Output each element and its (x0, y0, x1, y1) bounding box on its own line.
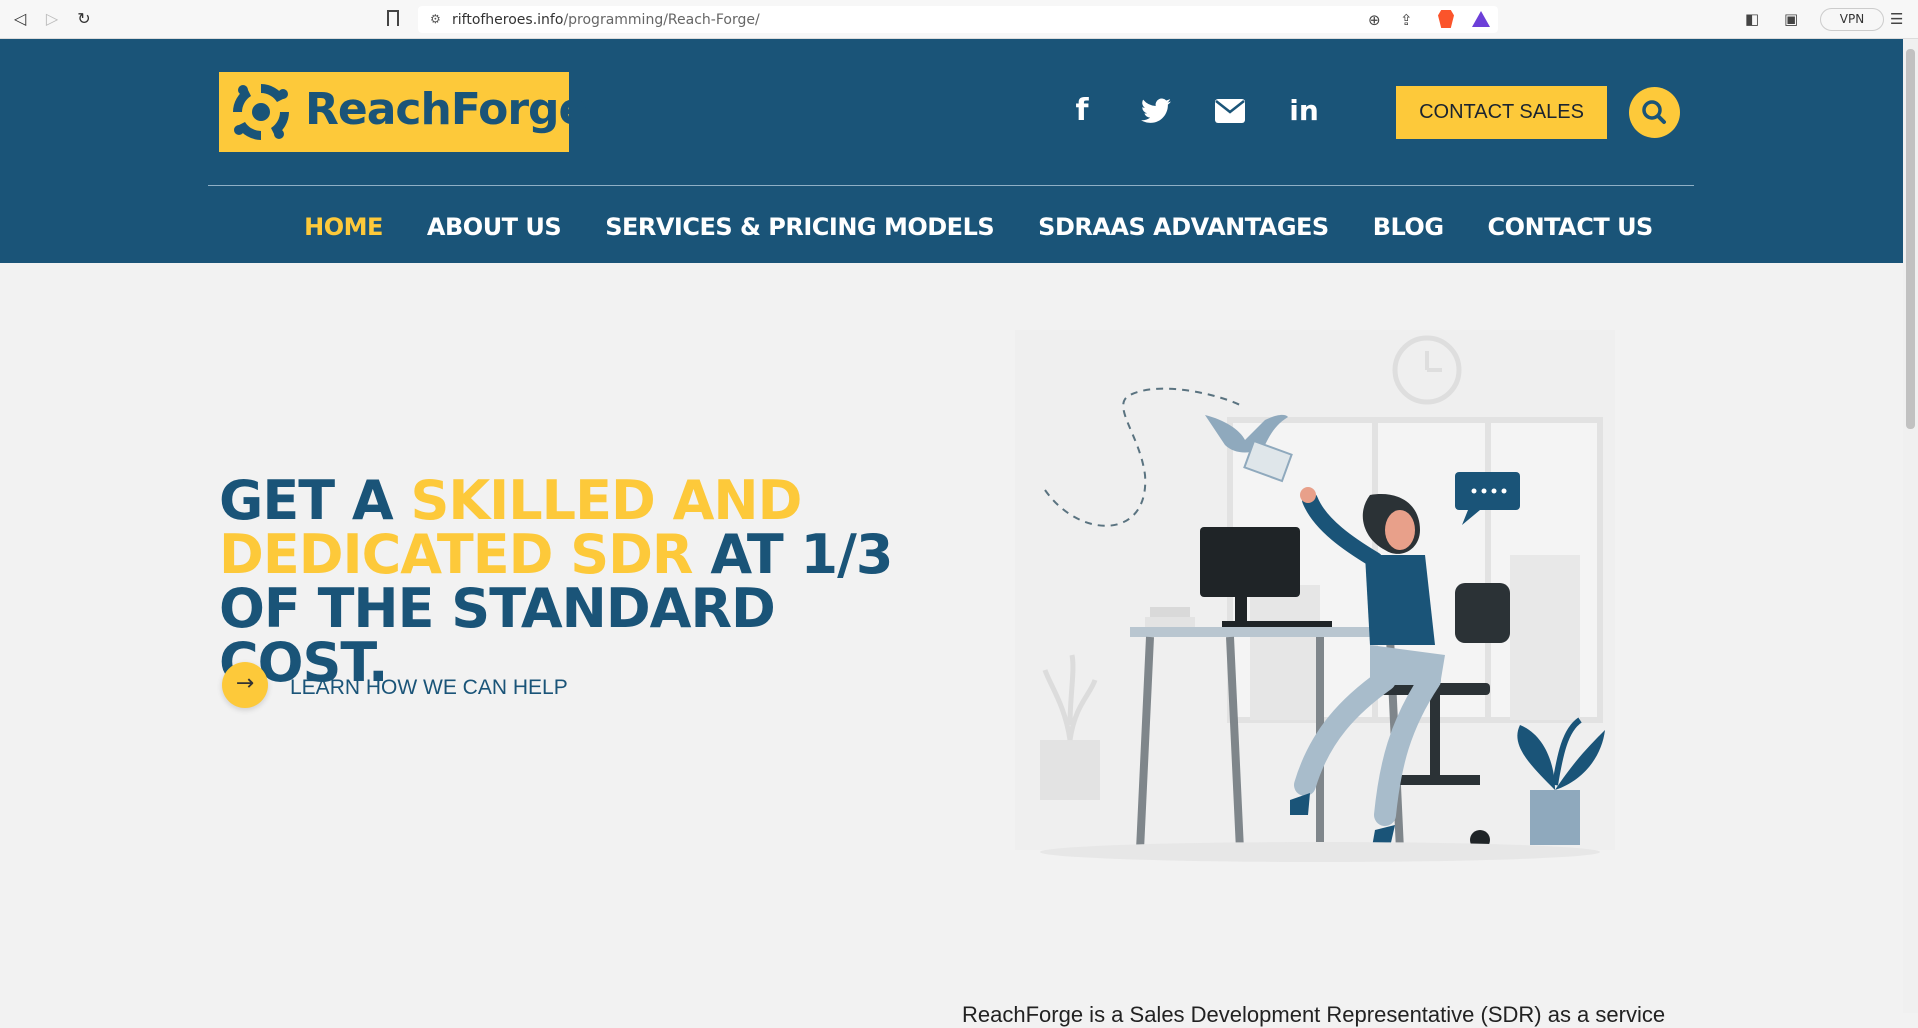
url-path: /programming/Reach-Forge/ (563, 12, 760, 28)
wallet-icon[interactable]: ▣ (1784, 10, 1798, 28)
browser-toolbar: ◁ ▷ ↻ ⚙ riftofheroes.info/programming/Re… (0, 0, 1918, 39)
site-settings-icon[interactable]: ⚙ (430, 12, 444, 26)
office-illustration (1015, 330, 1615, 862)
reload-icon[interactable]: ↻ (74, 9, 94, 29)
scroll-thumb[interactable] (1906, 49, 1915, 429)
sidebar-icon[interactable]: ◧ (1745, 10, 1759, 28)
nav-blog[interactable]: BLOG (1373, 213, 1444, 249)
facebook-icon[interactable]: f (1064, 93, 1100, 129)
forward-icon[interactable]: ▷ (42, 9, 62, 29)
intro-paragraph: ReachForge is a Sales Development Repres… (962, 1002, 1666, 1027)
share-icon[interactable]: ⇪ (1400, 11, 1413, 29)
rewards-icon[interactable] (1472, 11, 1490, 27)
nav-home[interactable]: HOME (304, 213, 383, 249)
address-bar[interactable]: ⚙ riftofheroes.info/programming/Reach-Fo… (418, 6, 1498, 33)
logo-mark-icon (233, 84, 289, 140)
twitter-icon[interactable] (1138, 93, 1174, 129)
header-divider (208, 185, 1694, 186)
contact-sales-button[interactable]: CONTACT SALES (1396, 86, 1607, 139)
hero-title: GET A SKILLED AND DEDICATED SDR AT 1/3 O… (219, 474, 939, 690)
page-scrollbar[interactable] (1903, 39, 1918, 1013)
search-icon (1642, 100, 1666, 124)
site-header: ReachForge f in CONTACT SALES HOME ABOUT… (0, 39, 1903, 263)
nav-sdraas-advantages[interactable]: SDRAAS ADVANTAGES (1038, 213, 1329, 249)
bookmark-icon[interactable] (387, 10, 399, 26)
search-button[interactable] (1629, 87, 1680, 138)
logo-text: ReachForge (305, 84, 588, 135)
arrow-right-icon[interactable]: → (222, 662, 268, 708)
logo[interactable]: ReachForge (219, 72, 588, 152)
nav-contact-us[interactable]: CONTACT US (1488, 213, 1654, 249)
learn-more-link[interactable]: LEARN HOW WE CAN HELP (290, 676, 568, 700)
zoom-icon[interactable]: ⊕ (1368, 11, 1381, 29)
menu-icon[interactable]: ☰ (1890, 10, 1903, 28)
nav-services-pricing[interactable]: SERVICES & PRICING MODELS (605, 213, 994, 249)
url-host: riftofheroes.info (452, 12, 564, 28)
main-nav: HOME ABOUT US SERVICES & PRICING MODELS … (0, 213, 1903, 249)
email-icon[interactable] (1212, 93, 1248, 129)
url-text: riftofheroes.info/programming/Reach-Forg… (452, 12, 760, 28)
back-icon[interactable]: ◁ (10, 9, 30, 29)
linkedin-icon[interactable]: in (1286, 93, 1322, 129)
nav-about-us[interactable]: ABOUT US (427, 213, 562, 249)
vpn-button[interactable]: VPN (1820, 8, 1884, 31)
